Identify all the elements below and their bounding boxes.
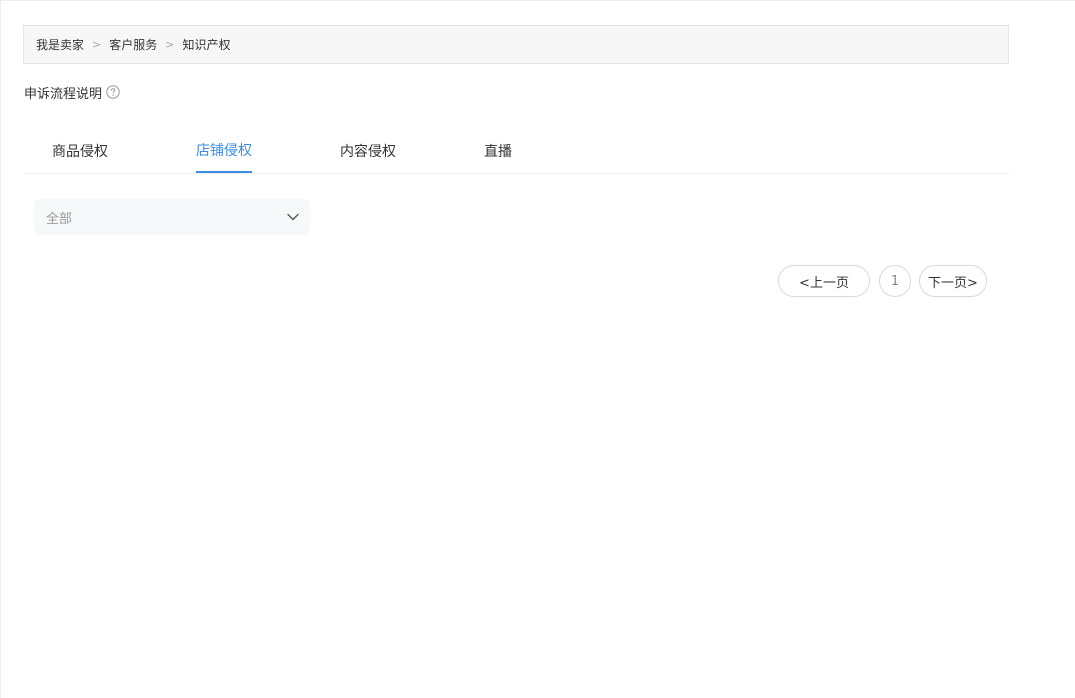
- breadcrumb: 我是卖家 > 客户服务 > 知识产权: [23, 25, 1009, 64]
- filter-select[interactable]: 全部: [34, 199, 310, 235]
- tab-live-stream[interactable]: 直播: [484, 129, 512, 173]
- prev-page-button[interactable]: <上一页: [778, 265, 870, 297]
- tab-label: 内容侵权: [340, 144, 396, 160]
- filter-selected-value: 全部: [46, 211, 73, 227]
- appeal-process-label: 申诉流程说明: [24, 86, 103, 102]
- breadcrumb-item-seller[interactable]: 我是卖家: [36, 36, 84, 53]
- breadcrumb-separator: >: [165, 38, 175, 51]
- next-page-label: 下一页>: [928, 275, 978, 291]
- tab-label: 商品侵权: [52, 144, 108, 160]
- prev-page-label: <上一页: [799, 275, 849, 291]
- breadcrumb-item-customer-service[interactable]: 客户服务: [109, 36, 157, 53]
- chevron-down-icon: [286, 210, 300, 224]
- tab-product-infringement[interactable]: 商品侵权: [52, 129, 108, 173]
- page: 我是卖家 > 客户服务 > 知识产权 申诉流程说明 商品侵权 店铺侵权 内容侵权…: [0, 0, 1075, 698]
- tab-bar: 商品侵权 店铺侵权 内容侵权 直播: [24, 129, 1009, 174]
- next-page-button[interactable]: 下一页>: [919, 265, 987, 297]
- help-circle-icon[interactable]: [106, 85, 120, 99]
- breadcrumb-separator: >: [92, 38, 102, 51]
- page-number-label: 1: [890, 273, 900, 289]
- tab-content-infringement[interactable]: 内容侵权: [340, 129, 396, 173]
- tab-label: 店铺侵权: [196, 143, 252, 159]
- appeal-process-link[interactable]: 申诉流程说明: [24, 81, 120, 103]
- page-number-button[interactable]: 1: [879, 265, 911, 297]
- tab-label: 直播: [484, 144, 512, 160]
- breadcrumb-item-ip: 知识产权: [182, 38, 231, 52]
- tab-store-infringement[interactable]: 店铺侵权: [196, 129, 252, 173]
